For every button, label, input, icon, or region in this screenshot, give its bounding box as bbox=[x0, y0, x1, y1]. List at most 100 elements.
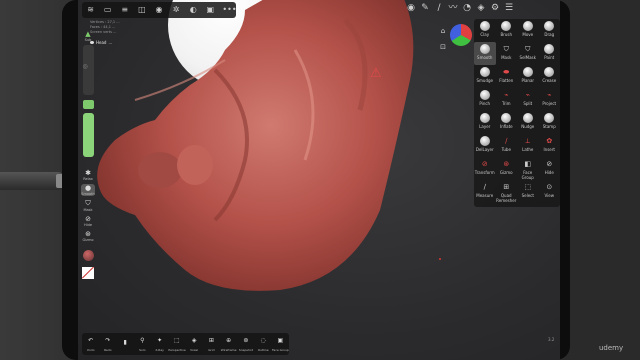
top-toolbar: ≋ ▭ ≡ ◫ ◉ ✲ ◐ ▣ ••• bbox=[82, 2, 237, 18]
sculpt-mesh[interactable] bbox=[95, 0, 425, 300]
tool-measure[interactable]: ∕ Measure bbox=[474, 180, 496, 203]
pressure-icon[interactable]: ◔ bbox=[462, 3, 472, 13]
tool-nudge[interactable]: Nudge bbox=[517, 111, 539, 134]
gear-icon[interactable]: ⚙ bbox=[490, 3, 500, 13]
bottom-tool-face-group[interactable]: ▣ Face Group bbox=[272, 337, 289, 352]
sphere-icon bbox=[479, 44, 490, 54]
mesh-name: Head bbox=[96, 40, 107, 45]
tool-gizmo[interactable]: ⊛ Gizmo bbox=[496, 157, 518, 180]
scene-icon[interactable]: ◫ bbox=[137, 5, 147, 15]
tool-brush[interactable]: Brush bbox=[496, 19, 518, 42]
bottom-tool-voxel[interactable]: ◈ Voxel bbox=[186, 337, 203, 352]
tool-quad-remesher[interactable]: ⊞ Quad Remesher bbox=[496, 180, 518, 203]
color-picker-icon[interactable]: ◉ bbox=[406, 3, 416, 13]
perspective-icon: ⬚ bbox=[174, 336, 180, 344]
tool-smooth[interactable]: Smooth bbox=[474, 42, 496, 65]
tool-smudge[interactable]: Smudge bbox=[474, 65, 496, 88]
tool-label: Project bbox=[542, 101, 557, 106]
bottom-tool-undo[interactable]: ↶ Undo bbox=[82, 337, 99, 352]
more-icon[interactable]: ••• bbox=[222, 5, 236, 15]
list-icon[interactable]: ☰ bbox=[504, 3, 514, 13]
tool-paint[interactable]: Paint bbox=[539, 42, 561, 65]
tool-planar[interactable]: Planar bbox=[517, 65, 539, 88]
hide-icon: ⊘ bbox=[85, 215, 91, 223]
home-icon[interactable]: ⌂ bbox=[438, 26, 448, 36]
smooth-button[interactable]: ● Smooth bbox=[81, 184, 95, 196]
tool-move[interactable]: Move bbox=[517, 19, 539, 42]
bottom-tool-x-ray[interactable]: ✦ X-Ray bbox=[151, 337, 168, 352]
tool-insert[interactable]: ✿ Insert bbox=[539, 134, 561, 157]
bottom-tool-grid[interactable]: ⊞ Grid bbox=[203, 337, 220, 352]
image-icon[interactable]: ▣ bbox=[205, 5, 215, 15]
mask-label: Mask bbox=[83, 208, 93, 212]
bottom-tool-device[interactable]: ▮ bbox=[117, 339, 134, 350]
wireframe-icon: ⊕ bbox=[226, 336, 232, 344]
gizmo-icon: ⊛ bbox=[85, 230, 91, 238]
tool-face-group[interactable]: ◧ Face Group bbox=[517, 157, 539, 180]
tool-flatten[interactable]: ⬬ Flatten bbox=[496, 65, 518, 88]
menu-icon[interactable]: ≋ bbox=[86, 5, 96, 15]
tool-label: Nudge bbox=[521, 124, 535, 129]
folder-icon[interactable]: ▭ bbox=[103, 5, 113, 15]
orientation-gizmo[interactable] bbox=[450, 24, 472, 46]
material-icon[interactable]: ◐ bbox=[188, 5, 198, 15]
bottom-tool-label: Perspective bbox=[168, 347, 186, 352]
tool-project[interactable]: ⌁ Project bbox=[539, 88, 561, 111]
tool-crease[interactable]: Crease bbox=[539, 65, 561, 88]
radius-slider[interactable]: ◎ bbox=[82, 45, 94, 95]
tool-selmask[interactable]: ⛉ SelMask bbox=[517, 42, 539, 65]
tool-layer[interactable]: Layer bbox=[474, 111, 496, 134]
tool-hide[interactable]: ⊘ Hide bbox=[539, 157, 561, 180]
relax-button[interactable]: ✱ Relax bbox=[81, 169, 95, 181]
brush-settings-icon[interactable]: ∕ bbox=[434, 3, 444, 13]
tool-label: Insert bbox=[543, 147, 555, 152]
bottom-tool-label: Face Group bbox=[271, 347, 289, 352]
intensity-handle[interactable] bbox=[82, 100, 94, 109]
pen-icon[interactable]: ✎ bbox=[420, 3, 430, 13]
tool-view[interactable]: ⊙ View bbox=[539, 180, 561, 203]
stroke-icon[interactable]: 〰 bbox=[448, 3, 458, 13]
tool-inflate[interactable]: Inflate bbox=[496, 111, 518, 134]
watermark-logo: udemy bbox=[599, 344, 624, 352]
mask-button[interactable]: ⛉ Mask bbox=[81, 199, 95, 212]
tool-trim[interactable]: ⌁ Trim bbox=[496, 88, 518, 111]
hide-button[interactable]: ⊘ Hide bbox=[81, 215, 95, 227]
tool-clay[interactable]: Clay bbox=[474, 19, 496, 42]
tool-label: Smooth bbox=[477, 55, 493, 60]
sphere-icon bbox=[544, 21, 555, 31]
sphere-icon[interactable]: ◉ bbox=[154, 5, 164, 15]
sphere-icon bbox=[479, 21, 490, 31]
sphere-icon bbox=[544, 44, 555, 54]
layers-stack-icon[interactable]: ◈ bbox=[476, 3, 486, 13]
color-swatch[interactable] bbox=[82, 267, 94, 279]
tool-lathe[interactable]: ⟂ Lathe bbox=[517, 134, 539, 157]
bottom-tool-snapshot[interactable]: ⊛ Snapshot bbox=[237, 337, 254, 352]
gizmo-button[interactable]: ⊛ Gizmo bbox=[81, 230, 95, 242]
tool-tube[interactable]: ∕ Tube bbox=[496, 134, 518, 157]
tool-stamp[interactable]: Stamp bbox=[539, 111, 561, 134]
bottom-tool-wireframe[interactable]: ⊕ Wireframe bbox=[220, 337, 237, 352]
tool-pinch[interactable]: Pinch bbox=[474, 88, 496, 111]
frame-icon[interactable]: ⊡ bbox=[438, 42, 448, 52]
tool-transform[interactable]: ⊘ Transform bbox=[474, 157, 496, 180]
tool-select[interactable]: ⬚ Select bbox=[517, 180, 539, 203]
tool-label: Measure bbox=[476, 193, 494, 198]
tool-mask[interactable]: ⛉ Mask bbox=[496, 42, 518, 65]
bottom-tool-solo[interactable]: ⚲ Solo bbox=[134, 337, 151, 352]
tool-split[interactable]: ⌁ Split bbox=[517, 88, 539, 111]
sub-toggle[interactable]: ▲ Sub bbox=[81, 30, 95, 42]
sub-label: Sub bbox=[84, 38, 92, 42]
cut-icon: ⌁ bbox=[547, 91, 552, 99]
tool-label: Planar bbox=[521, 78, 535, 83]
tool-dellayer[interactable]: DelLayer bbox=[474, 134, 496, 157]
solo-icon: ⚲ bbox=[140, 336, 145, 344]
tool-label: Layer bbox=[479, 124, 491, 129]
material-ball[interactable] bbox=[82, 250, 94, 261]
bottom-tool-outline[interactable]: ◌ Outline bbox=[255, 337, 272, 352]
settings-icon[interactable]: ✲ bbox=[171, 5, 181, 15]
bottom-tool-perspective[interactable]: ⬚ Perspective bbox=[168, 337, 185, 352]
intensity-slider[interactable] bbox=[82, 113, 94, 157]
layers-icon[interactable]: ≡ bbox=[120, 5, 130, 15]
bottom-tool-redo[interactable]: ↷ Redo bbox=[99, 337, 116, 352]
tool-drag[interactable]: Drag bbox=[539, 19, 561, 42]
